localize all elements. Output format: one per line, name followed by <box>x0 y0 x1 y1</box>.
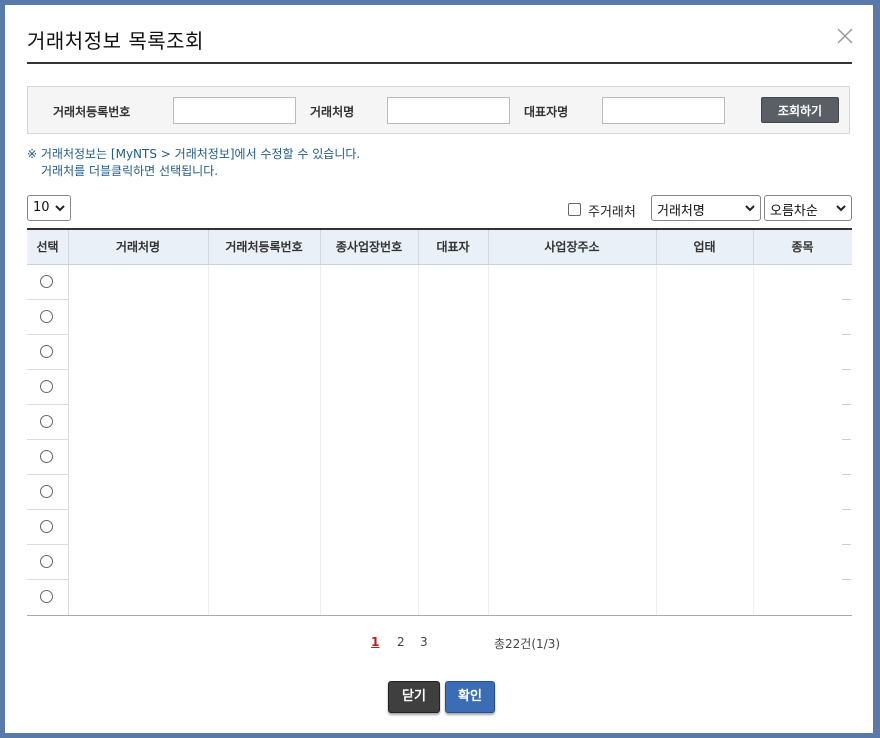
page-size-value: 10 <box>33 200 50 215</box>
total-count: 총22건(1/3) <box>494 637 561 651</box>
title-divider <box>27 62 852 64</box>
table-row[interactable] <box>27 300 852 335</box>
row-radio[interactable] <box>40 380 53 393</box>
row-divider <box>842 334 851 335</box>
chevron-down-icon <box>55 205 65 212</box>
page-link-1[interactable]: 1 <box>371 635 379 649</box>
confirm-button[interactable]: 확인 <box>445 681 495 713</box>
row-radio[interactable] <box>40 590 53 603</box>
table-row[interactable] <box>27 370 852 405</box>
chevron-down-icon <box>745 205 755 212</box>
col-branch-no: 종사업장번호 <box>335 240 403 254</box>
notice-line-2: 거래처를 더블클릭하면 선택됩니다. <box>41 164 219 178</box>
row-divider <box>842 299 851 300</box>
col-select: 선택 <box>36 240 59 254</box>
page-size-select[interactable]: 10 <box>27 195 71 221</box>
table-row[interactable] <box>27 580 852 615</box>
row-radio[interactable] <box>40 485 53 498</box>
rep-input[interactable] <box>602 97 725 124</box>
row-divider <box>842 369 851 370</box>
row-divider <box>842 474 851 475</box>
table-row[interactable] <box>27 545 852 580</box>
rep-label: 대표자명 <box>524 105 569 119</box>
partner-list-dialog: 거래처정보 목록조회 거래처등록번호 거래처명 대표자명 조회하기 ※ 거래처정… <box>5 5 873 733</box>
col-business-item: 종목 <box>791 240 814 254</box>
row-divider <box>842 579 851 580</box>
row-divider <box>842 509 851 510</box>
dialog-title: 거래처정보 목록조회 <box>27 29 204 53</box>
sort-order-value: 오름차순 <box>770 204 818 219</box>
chevron-down-icon <box>836 205 846 212</box>
name-input[interactable] <box>387 97 510 124</box>
col-business-type: 업태 <box>693 240 716 254</box>
column-divider <box>320 230 321 264</box>
column-divider <box>488 230 489 264</box>
main-partner-checkbox[interactable] <box>568 203 581 216</box>
column-divider <box>656 230 657 264</box>
table-row[interactable] <box>27 475 852 510</box>
row-radio[interactable] <box>40 450 53 463</box>
main-partner-label: 주거래처 <box>588 205 636 220</box>
notice-line-1: ※ 거래처정보는 [MyNTS > 거래처정보]에서 수정할 수 있습니다. <box>27 147 361 161</box>
sort-field-select[interactable]: 거래처명 <box>651 195 761 221</box>
name-label: 거래처명 <box>310 105 355 119</box>
table-row[interactable] <box>27 440 852 475</box>
row-divider <box>842 404 851 405</box>
row-radio[interactable] <box>40 415 53 428</box>
row-divider <box>27 579 68 580</box>
column-divider <box>68 230 69 264</box>
row-radio[interactable] <box>40 275 53 288</box>
table-row[interactable] <box>27 405 852 440</box>
page-link-2[interactable]: 2 <box>397 635 405 649</box>
close-button[interactable]: 닫기 <box>388 681 440 713</box>
reg-no-label: 거래처등록번호 <box>53 105 131 119</box>
row-divider <box>27 299 68 300</box>
row-divider <box>27 439 68 440</box>
column-divider <box>418 230 419 264</box>
grid-header: 선택 거래처명 거래처등록번호 종사업장번호 대표자 사업장주소 업태 종목 <box>27 230 852 265</box>
col-reg-no: 거래처등록번호 <box>225 240 303 254</box>
col-address: 사업장주소 <box>544 240 600 254</box>
row-divider <box>27 369 68 370</box>
sort-order-select[interactable]: 오름차순 <box>764 195 852 221</box>
row-divider <box>27 334 68 335</box>
grid-bottom-border <box>27 615 852 616</box>
column-divider <box>753 230 754 264</box>
column-divider <box>208 230 209 264</box>
row-divider <box>27 474 68 475</box>
search-panel: 거래처등록번호 거래처명 대표자명 조회하기 <box>27 86 850 134</box>
row-divider <box>842 439 851 440</box>
table-row[interactable] <box>27 335 852 370</box>
row-radio[interactable] <box>40 310 53 323</box>
row-radio[interactable] <box>40 555 53 568</box>
table-row[interactable] <box>27 510 852 545</box>
table-row[interactable] <box>27 265 852 300</box>
page-link-3[interactable]: 3 <box>420 635 428 649</box>
row-divider <box>27 509 68 510</box>
row-divider <box>27 544 68 545</box>
row-divider <box>842 544 851 545</box>
row-radio[interactable] <box>40 520 53 533</box>
search-button[interactable]: 조회하기 <box>761 97 839 123</box>
reg-no-input[interactable] <box>173 97 296 124</box>
row-radio[interactable] <box>40 345 53 358</box>
col-partner-name: 거래처명 <box>115 240 161 254</box>
close-icon[interactable] <box>835 26 855 46</box>
col-representative: 대표자 <box>436 240 470 254</box>
row-divider <box>27 404 68 405</box>
sort-field-value: 거래처명 <box>657 204 705 219</box>
